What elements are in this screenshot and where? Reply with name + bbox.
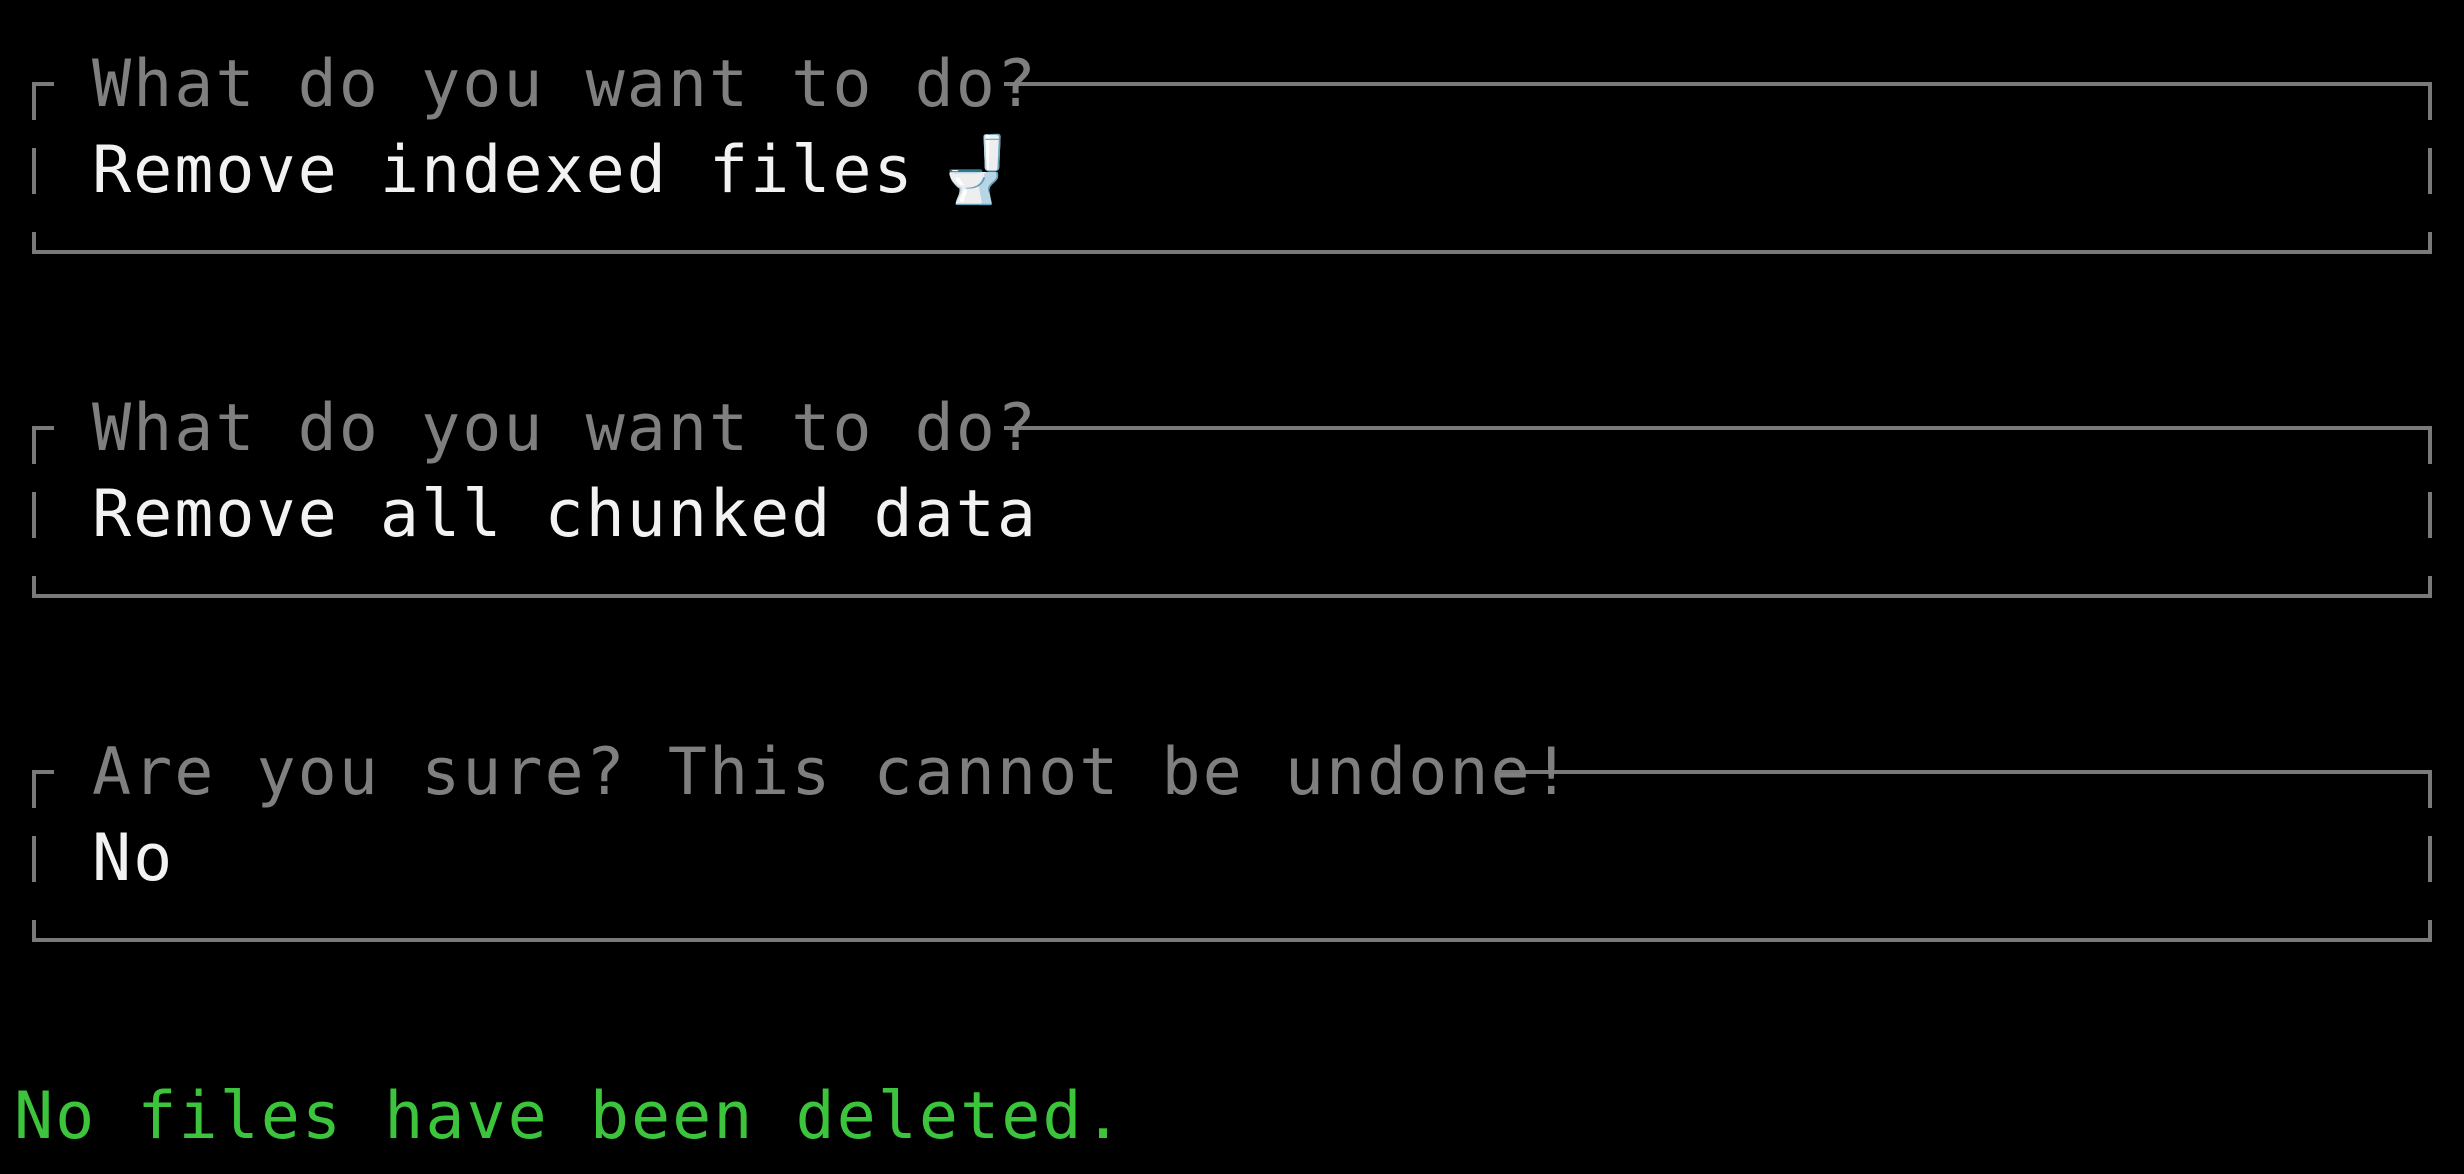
prompt-answer[interactable]: Remove all chunked data [92,482,1038,547]
frame-bottom-line [32,250,2432,254]
frame-top-line [1004,426,2432,430]
frame-top-line [1498,770,2432,774]
frame-right-edge [2428,836,2432,882]
prompt-answer[interactable]: No [92,826,174,891]
toilet-icon: 🚽 [934,133,1018,208]
frame-right-edge [2428,492,2432,538]
prompt-question: What do you want to do? [92,391,1039,466]
frame-left-edge [32,836,36,882]
frame-left-edge [32,148,36,194]
frame-top-line [1004,82,2432,86]
prompt-box-3: Are you sure? This cannot be undone! No [0,688,2464,942]
frame-left-edge [32,492,36,538]
frame-corner [32,770,36,808]
frame-bottom-line [32,594,2432,598]
prompt-answer-text: Remove indexed files [92,133,915,208]
frame-corner [2428,770,2432,808]
prompt-question: Are you sure? This cannot be undone! [92,735,1573,810]
prompt-box-1: What do you want to do? Remove indexed f… [0,0,2464,254]
frame-corner [32,82,36,120]
frame-bottom-line [32,938,2432,942]
frame-corner [2428,82,2432,120]
prompt-answer[interactable]: Remove indexed files 🚽 [92,138,1018,203]
frame-corner [2428,426,2432,464]
prompt-box-2: What do you want to do? Remove all chunk… [0,344,2464,598]
prompt-question: What do you want to do? [92,47,1039,122]
frame-right-edge [2428,148,2432,194]
frame-corner [32,426,36,464]
result-message: No files have been deleted. [14,1079,1125,1154]
